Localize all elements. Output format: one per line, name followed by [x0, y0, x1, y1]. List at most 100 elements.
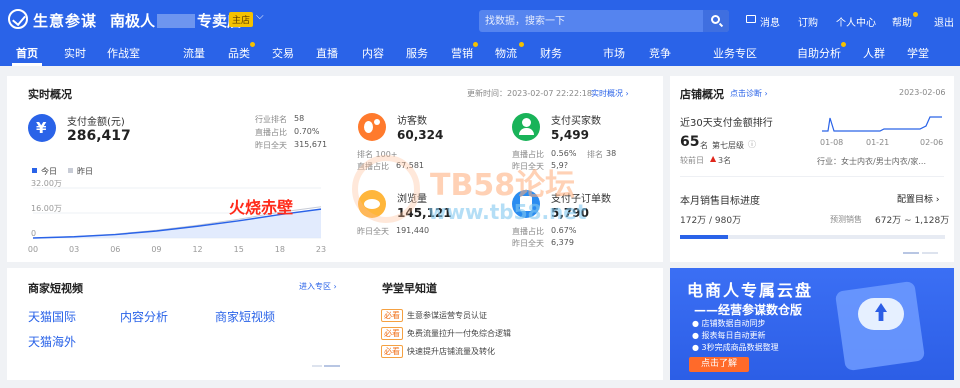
- diagnose-link[interactable]: 点击诊断 ›: [730, 88, 768, 99]
- up-arrow-icon: ▲: [710, 154, 717, 163]
- logo-icon[interactable]: [8, 9, 28, 29]
- buyers-live-label: 直播占比: [512, 150, 544, 159]
- video-item-content-analysis[interactable]: 内容分析: [120, 308, 168, 325]
- search-button[interactable]: [703, 10, 729, 32]
- academy-item[interactable]: 免费流量拉升一付免综合逻辑: [407, 328, 511, 339]
- target-title: 本月销售目标进度: [680, 196, 760, 207]
- pager-dot[interactable]: [312, 365, 322, 367]
- orders-yesterday-value: 6,379: [551, 238, 574, 247]
- banner-title: 电商人专属云盘: [687, 281, 814, 300]
- store-name[interactable]: 南极人 专卖店: [110, 10, 242, 31]
- x-tick-label: 03: [69, 245, 79, 254]
- x-tick-label: 00: [28, 245, 38, 254]
- config-link[interactable]: 配置目标 ›: [897, 192, 939, 205]
- buyers-rank-value: 38: [606, 149, 617, 158]
- x-tick-label: 18: [275, 245, 285, 254]
- banner-bullet: ● 店铺数据自动同步: [692, 319, 766, 328]
- orders-live-label: 直播占比: [512, 227, 544, 236]
- search-input[interactable]: [485, 13, 695, 29]
- academy-item[interactable]: 快速提升店铺流量及转化: [407, 346, 495, 357]
- nav-logistics[interactable]: 物流: [495, 45, 517, 61]
- yesterday-label: 昨日全天: [255, 141, 287, 150]
- nav-self-analysis[interactable]: 自助分析: [797, 45, 841, 61]
- nav-crowd[interactable]: 人群: [863, 45, 885, 61]
- realtime-detail-link[interactable]: 实时概况 ›: [591, 88, 629, 99]
- pager-dot[interactable]: [922, 252, 938, 254]
- academy-item[interactable]: 生意参谋运营专员认证: [407, 310, 487, 321]
- merchant-video-title: 商家短视频: [28, 282, 83, 295]
- buyers-live-value: 0.56%: [551, 149, 577, 158]
- x-tick-label: 23: [316, 245, 326, 254]
- nav-realtime[interactable]: 实时: [64, 45, 86, 61]
- pager-dot[interactable]: [903, 252, 919, 254]
- redacted-mask: [157, 14, 196, 28]
- overlay-text: 火烧赤壁: [229, 198, 294, 217]
- rank-title: 近30天支付金额排行: [680, 118, 773, 129]
- link-profile[interactable]: 个人中心: [836, 14, 876, 29]
- nav-market[interactable]: 市场: [603, 45, 625, 61]
- nav-active-indicator: [12, 63, 42, 66]
- nav-business-zone[interactable]: 业务专区: [713, 45, 757, 61]
- divider: [680, 176, 944, 177]
- search-box[interactable]: [479, 10, 729, 32]
- orders-yesterday-label: 昨日全天: [512, 239, 544, 248]
- link-subscribe[interactable]: 订购: [798, 14, 818, 29]
- nav-service[interactable]: 服务: [406, 45, 428, 61]
- legend-yesterday: 昨日: [77, 167, 93, 176]
- nav-competition[interactable]: 竞争: [649, 45, 671, 61]
- academy-title: 学堂早知道: [382, 282, 437, 295]
- buyers-label: 支付买家数: [551, 116, 601, 127]
- cloud-disk-banner[interactable]: 电商人专属云盘 ——经营参谋数仓版 ● 店铺数据自动同步 ● 报表每日自动更新 …: [670, 268, 954, 380]
- must-read-tag: 必看: [381, 327, 403, 340]
- nav-trade[interactable]: 交易: [272, 45, 294, 61]
- rank-sparkline: [822, 116, 942, 132]
- store-badge: 主店: [229, 12, 254, 27]
- nav-war-room[interactable]: 作战室: [107, 45, 140, 61]
- help-icon[interactable]: ⓘ: [748, 139, 756, 150]
- industry-label: 行业：女士内衣/男士内衣/家...: [817, 157, 927, 166]
- nav-traffic[interactable]: 流量: [183, 45, 205, 61]
- pager-dot[interactable]: [324, 365, 340, 367]
- brand-title[interactable]: 生意参谋: [33, 10, 97, 31]
- banner-bullet: ● 3秒完成商品数据整理: [692, 343, 779, 352]
- y-tick-label: 16.00万: [31, 204, 62, 213]
- video-item-merchant-video[interactable]: 商家短视频: [215, 308, 275, 325]
- sparkline-line: [822, 116, 942, 132]
- nav-dot: [519, 42, 524, 47]
- nav-dot: [250, 42, 255, 47]
- x-tick-label: 12: [192, 245, 202, 254]
- enter-zone-link[interactable]: 进入专区 ›: [299, 281, 337, 292]
- chevron-down-icon[interactable]: ⌵: [256, 11, 264, 22]
- orders-live-value: 0.67%: [551, 226, 577, 235]
- target-progress-bar: [680, 235, 945, 239]
- visitors-label: 访客数: [397, 116, 427, 127]
- pageviews-yesterday-value: 191,440: [396, 226, 430, 235]
- nav-academy[interactable]: 学堂: [907, 45, 929, 61]
- video-item-tmall-intl[interactable]: 天猫国际: [28, 308, 76, 325]
- message-icon[interactable]: [746, 15, 756, 23]
- nav-finance[interactable]: 财务: [540, 45, 562, 61]
- x-tick-label: 06: [110, 245, 120, 254]
- shop-date: 2023-02-06: [899, 88, 946, 97]
- nav-content[interactable]: 内容: [362, 45, 384, 61]
- yuan-icon: ¥: [28, 114, 56, 142]
- banner-bullet: ● 报表每日自动更新: [692, 331, 766, 340]
- user-icon: [512, 113, 540, 141]
- link-logout[interactable]: 退出: [934, 14, 954, 29]
- learn-more-button[interactable]: 点击了解: [689, 357, 749, 372]
- buyers-value: 5,499: [551, 128, 589, 142]
- link-help[interactable]: 帮助: [892, 14, 912, 29]
- video-item-tmall-overseas[interactable]: 天猫海外: [28, 333, 76, 350]
- rank-label: 行业排名: [255, 115, 287, 124]
- buyers-rank-label: 排名: [587, 150, 603, 159]
- top-bar: 生意参谋 南极人专卖店 主店 ⌵ 消息 订购 个人中心 帮助 退出: [0, 0, 960, 38]
- live-value: 0.70%: [294, 127, 320, 136]
- nav-marketing[interactable]: 营销: [451, 45, 473, 61]
- nav-live[interactable]: 直播: [316, 45, 338, 61]
- nav-home[interactable]: 首页: [16, 45, 38, 61]
- nav-category[interactable]: 品类: [228, 45, 250, 61]
- y-tick-label: 0: [31, 229, 36, 238]
- pay-amount-value: 286,417: [67, 128, 131, 144]
- spark-x-0: 01-08: [820, 138, 844, 147]
- link-messages[interactable]: 消息: [760, 14, 780, 29]
